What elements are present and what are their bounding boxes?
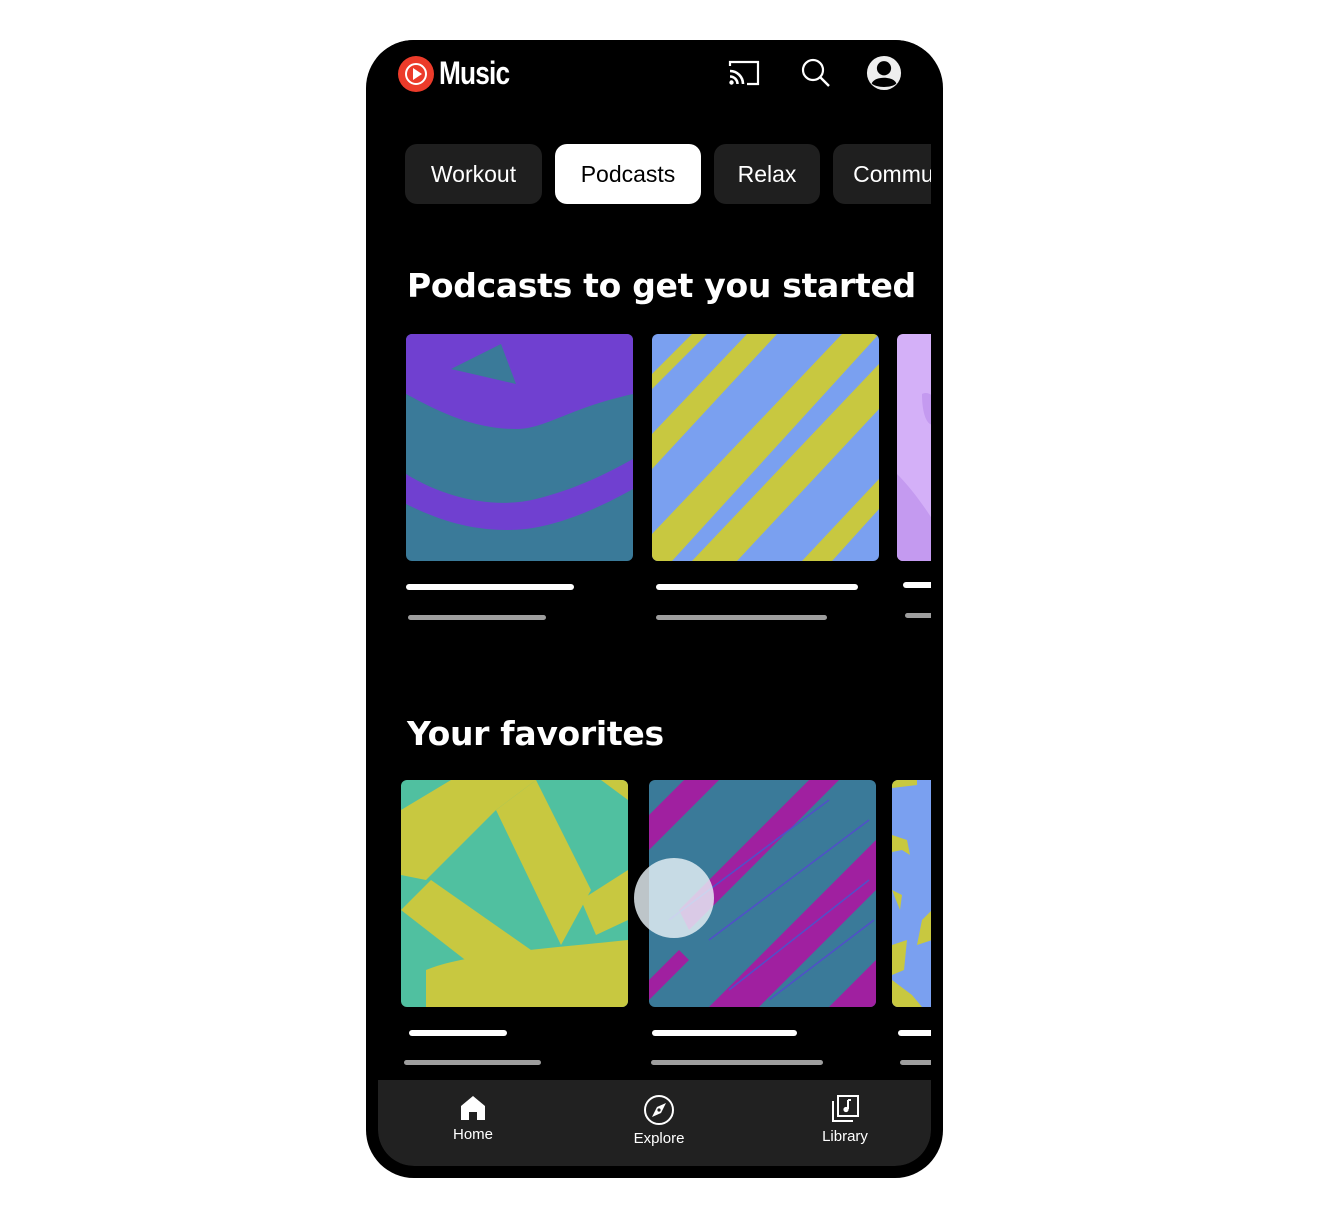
chip-podcasts[interactable]: Podcasts — [555, 144, 701, 204]
account-button[interactable] — [866, 55, 902, 91]
card-title-placeholder — [652, 1030, 797, 1036]
card-subtitle-placeholder — [656, 615, 827, 620]
card-subtitle-placeholder — [408, 615, 546, 620]
mood-chips: WorkoutPodcastsRelaxCommute — [405, 144, 931, 206]
card-subtitle-placeholder — [900, 1060, 931, 1065]
card-title-placeholder — [656, 584, 858, 590]
card-title-placeholder — [409, 1030, 507, 1036]
chip-relax[interactable]: Relax — [714, 144, 820, 204]
library-icon — [832, 1095, 859, 1122]
card-subtitle-placeholder — [905, 613, 931, 618]
section-title-favorites: Your favorites — [407, 714, 664, 753]
cast-button[interactable] — [726, 55, 762, 91]
top-app-bar: Music — [378, 40, 931, 115]
podcasts-carousel — [378, 334, 931, 634]
podcast-artwork — [652, 334, 879, 561]
youtube-music-logo-icon — [398, 55, 434, 92]
touch-indicator — [634, 858, 714, 938]
card-title-placeholder — [898, 1030, 931, 1036]
card-title-placeholder — [903, 582, 931, 588]
podcast-artwork — [897, 334, 931, 561]
explore-icon — [644, 1095, 674, 1125]
nav-explore[interactable]: Explore — [604, 1094, 714, 1147]
card-subtitle-placeholder — [651, 1060, 823, 1065]
card-title-placeholder — [406, 584, 574, 590]
nav-home[interactable]: Home — [418, 1094, 528, 1143]
app-screen: Music Workout Podcasts Relax Commu Podca… — [378, 40, 931, 1166]
bottom-navigation: Home Explore Library — [378, 1080, 931, 1166]
chip-commute[interactable]: Commute — [833, 144, 931, 204]
search-button[interactable] — [798, 55, 834, 91]
app-logo[interactable]: Music — [398, 55, 525, 92]
app-name: Music — [439, 55, 510, 91]
home-icon — [461, 1096, 485, 1120]
card-subtitle-placeholder — [404, 1060, 541, 1065]
cast-icon — [728, 60, 760, 86]
phone-frame: Music Workout Podcasts Relax Commu Podca… — [366, 40, 943, 1178]
nav-library[interactable]: Library — [790, 1094, 900, 1145]
podcast-artwork — [406, 334, 633, 561]
chip-workout[interactable]: Workout — [405, 144, 542, 204]
section-title-podcasts: Podcasts to get you started — [407, 266, 916, 305]
search-icon — [801, 58, 830, 87]
account-icon — [866, 55, 902, 91]
favorite-artwork — [892, 780, 931, 1007]
favorite-artwork — [401, 780, 628, 1007]
